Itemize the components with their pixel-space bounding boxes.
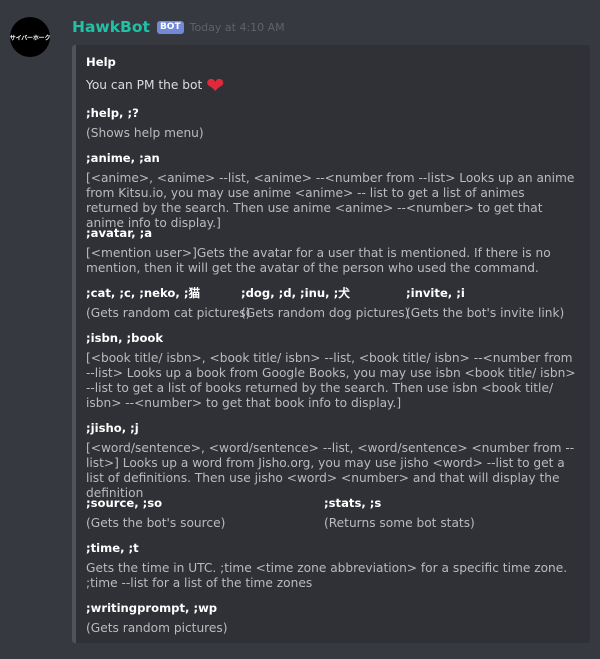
bot-avatar[interactable]: サイバーホーク [10,17,50,57]
field-value-help: (Shows help menu) [86,126,204,140]
field-value-cat: (Gets random cat pictures) [86,306,251,320]
field-value-writingprompt: (Gets random pictures) [86,621,228,635]
field-name-anime: ;anime, ;an [86,151,160,165]
field-value-isbn: [<book title/ isbn>, <book title/ isbn> … [86,351,576,410]
field-name-stats: ;stats, ;s [324,496,382,510]
field-value-source: (Gets the bot's source) [86,516,226,530]
message-timestamp: Today at 4:10 AM [189,20,285,34]
heart-icon: ❤ [206,74,225,99]
help-embed: Help You can PM the bot ❤ ;help, ;? (Sho… [72,45,590,643]
field-name-invite: ;invite, ;i [406,286,465,300]
field-value-invite: (Gets the bot's invite link) [406,306,565,320]
field-name-dog: ;dog, ;d, ;inu, ;犬 [241,286,350,300]
message-header: HawkBot BOT Today at 4:10 AM [72,16,285,38]
bot-badge: BOT [156,20,184,34]
field-name-time: ;time, ;t [86,541,139,555]
field-value-time: Gets the time in UTC. ;time <time zone a… [86,561,568,590]
avatar-text: サイバーホーク [10,34,50,42]
embed-title: Help [86,55,116,69]
embed-intro: You can PM the bot ❤ [86,75,225,98]
field-name-writingprompt: ;writingprompt, ;wp [86,601,218,615]
field-value-jisho: [<word/sentence>, <word/sentence> --list… [86,441,575,500]
embed-intro-text: You can PM the bot [86,78,203,92]
field-name-help: ;help, ;? [86,106,139,120]
field-value-avatar: [<mention user>]Gets the avatar for a us… [86,246,551,275]
field-value-dog: (Gets random dog pictures) [241,306,410,320]
field-name-jisho: ;jisho, ;j [86,421,139,435]
field-value-anime: [<anime>, <anime> --list, <anime> --<num… [86,171,575,230]
field-value-stats: (Returns some bot stats) [324,516,475,530]
field-name-avatar: ;avatar, ;a [86,226,153,240]
field-name-isbn: ;isbn, ;book [86,331,164,345]
field-name-cat: ;cat, ;c, ;neko, ;猫 [86,286,201,300]
author-name[interactable]: HawkBot [72,18,150,36]
field-name-source: ;source, ;so [86,496,163,510]
